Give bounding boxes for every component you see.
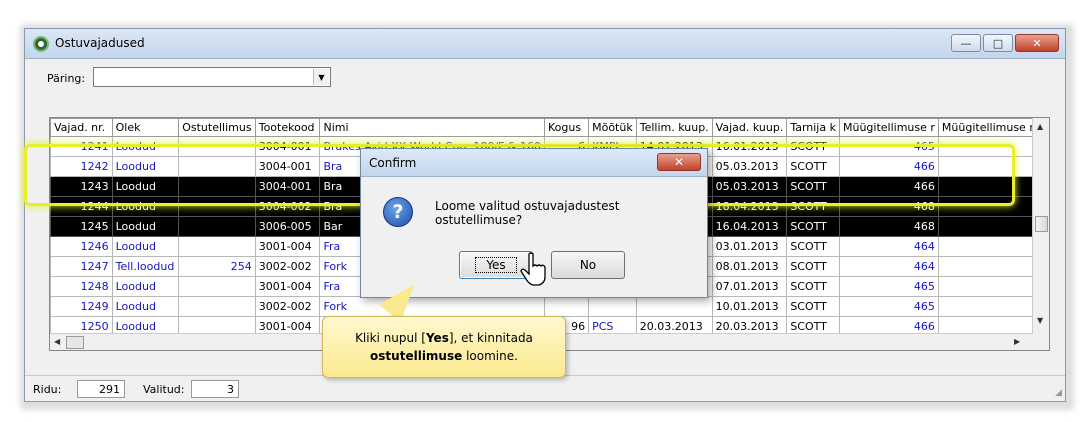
maximize-button[interactable]: □ (983, 34, 1013, 52)
cell-mr: 464 (838, 256, 939, 277)
cell-kood: 3002-002 (254, 296, 321, 317)
cell-mr: 465 (838, 296, 939, 317)
vertical-scroll-thumb[interactable] (1035, 216, 1048, 232)
cell-nr: 1247 (50, 256, 113, 277)
minimize-button[interactable]: — (951, 34, 981, 52)
cell-tarn: SCOTT (786, 256, 840, 277)
cell-olek: Loodud (111, 296, 180, 317)
column-header[interactable]: Mõõtük (588, 118, 637, 137)
scroll-up-icon[interactable]: ▲ (1037, 122, 1043, 131)
scroll-left-icon[interactable]: ◀ (54, 337, 60, 346)
cell-ost (178, 236, 256, 257)
cell-olek: Loodud (111, 216, 180, 237)
resize-grip-icon[interactable]: ◢ (1055, 388, 1062, 398)
rows-count: 291 (77, 380, 125, 398)
cell-tarn: SCOTT (786, 296, 840, 317)
scroll-right-icon[interactable]: ▶ (1014, 337, 1020, 346)
dropdown-arrow-icon[interactable]: ▼ (313, 69, 329, 85)
cell-vaj: 03.01.2013 (711, 236, 788, 257)
cell-nimi: Fork (319, 296, 545, 317)
grid-header-row: Vajad. nr. Olek Ostutellimus Tootekood Nimi K… (50, 118, 1049, 137)
cell-nr: 1246 (50, 236, 113, 257)
cell-nr: 1249 (50, 296, 113, 317)
title-bar[interactable]: Ostuvajadused — □ ✕ (25, 29, 1065, 59)
cell-kood: 3006-005 (254, 216, 321, 237)
cell-mr: 465 (838, 276, 939, 297)
cell-mr: 464 (838, 236, 939, 257)
horizontal-scroll-thumb[interactable] (66, 336, 84, 349)
status-bar: Ridu: 291 Valitud: 3 ◢ (25, 375, 1065, 401)
cell-tarn: SCOTT (786, 216, 840, 237)
cell-kogus (543, 296, 590, 317)
column-header[interactable]: Vajad. kuup. (711, 118, 788, 137)
yes-label: Yes (475, 257, 517, 273)
cell-mt (588, 296, 637, 317)
rows-label: Ridu: (33, 383, 62, 396)
callout-bold: ostutellimuse (370, 349, 463, 363)
cell-kood: 3001-004 (254, 276, 321, 297)
column-header[interactable]: Ostutellimus (178, 118, 256, 137)
query-label: Päring: (47, 72, 86, 85)
selected-count: 3 (191, 380, 239, 398)
dialog-title: Confirm (361, 149, 707, 177)
column-header[interactable]: Olek (111, 118, 180, 137)
instruction-callout: Kliki nupul [Yes], et kinnitada ostutell… (322, 316, 566, 378)
window-title: Ostuvajadused (55, 36, 145, 50)
cell-ost: 254 (178, 256, 256, 277)
question-icon: ? (383, 197, 413, 227)
cell-olek: Loodud (111, 276, 180, 297)
callout-text-post: loomine. (462, 349, 518, 363)
column-header[interactable]: Vajad. nr. (50, 118, 113, 137)
cell-vaj: 10.01.2013 (711, 296, 788, 317)
column-header[interactable]: Tellim. kuup. (635, 118, 713, 137)
cell-nr: 1245 (50, 216, 113, 237)
no-button[interactable]: No (551, 251, 625, 279)
callout-text-pre: Kliki nupul [ (355, 331, 426, 345)
cell-tell (635, 296, 713, 317)
cell-tarn: SCOTT (786, 276, 840, 297)
cell-mr: 468 (838, 216, 939, 237)
hand-cursor-icon (520, 252, 546, 286)
cell-ost (178, 216, 256, 237)
cell-kood: 3002-002 (254, 256, 321, 277)
dialog-close-button[interactable]: ✕ (657, 153, 701, 171)
close-button[interactable]: ✕ (1015, 34, 1059, 52)
cell-vaj: 07.01.2013 (711, 276, 788, 297)
scroll-down-icon[interactable]: ▼ (1037, 316, 1043, 325)
cell-nr: 1248 (50, 276, 113, 297)
cell-tarn: SCOTT (786, 236, 840, 257)
cell-ost (178, 296, 256, 317)
column-header[interactable]: Müügitellimuse r (838, 118, 939, 137)
column-header[interactable]: Tootekood (254, 118, 321, 137)
app-icon (33, 36, 49, 52)
cell-vaj: 08.01.2013 (711, 256, 788, 277)
cell-kood: 3001-004 (254, 236, 321, 257)
column-header[interactable]: Tarnija k (786, 118, 840, 137)
table-row[interactable]: 1249 Loodud 3002-002 Fork 10.01.2013 SCOTT 465… (50, 296, 1049, 317)
cell-vaj: 16.04.2013 (711, 216, 788, 237)
callout-text-mid: ], et kinnitada (448, 331, 533, 345)
cell-ost (178, 276, 256, 297)
query-select[interactable]: ▼ (93, 67, 331, 87)
selected-label: Valitud: (143, 383, 185, 396)
vertical-scrollbar[interactable]: ▲ ▼ (1032, 118, 1049, 350)
dialog-message: Loome valitud ostuvajadustest ostutellim… (435, 199, 620, 227)
column-header[interactable]: Kogus (543, 118, 590, 137)
callout-yes: Yes (425, 331, 449, 345)
column-header[interactable]: Nimi (319, 118, 545, 137)
cell-olek: Loodud (111, 236, 180, 257)
cell-olek: Tell.loodud (111, 256, 180, 277)
